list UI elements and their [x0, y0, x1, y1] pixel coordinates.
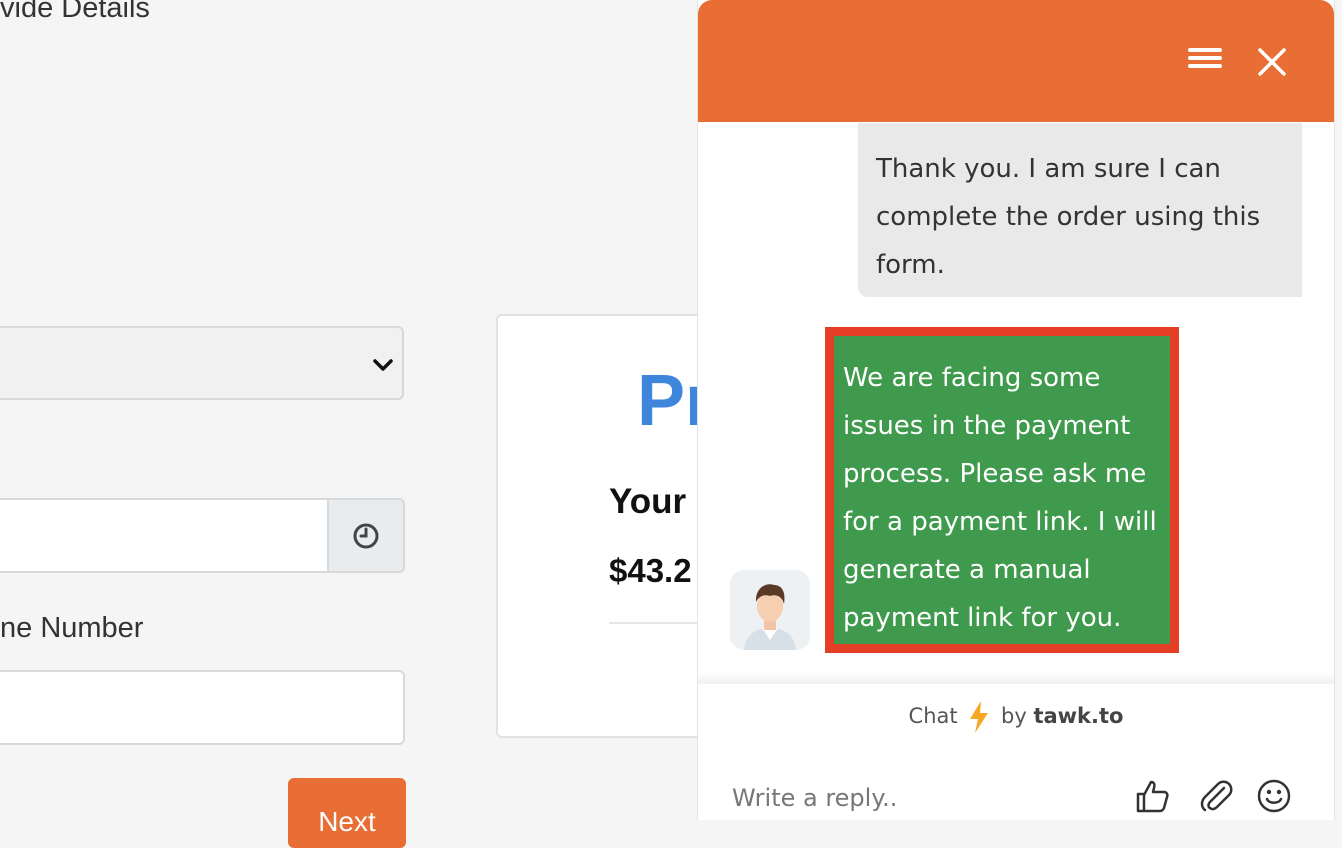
- visitor-message: Thank you. I am sure I can complete the …: [858, 123, 1302, 297]
- phone-number-label: ne Number: [0, 612, 144, 644]
- smiley-icon[interactable]: [1256, 778, 1292, 814]
- summary-price: $43.2: [609, 552, 692, 589]
- next-button[interactable]: Next: [288, 778, 406, 848]
- branding-brand: tawk.to: [1033, 704, 1124, 728]
- paperclip-icon[interactable]: [1198, 778, 1234, 814]
- reply-input[interactable]: [730, 770, 1114, 820]
- footer-divider: [698, 672, 1334, 684]
- thumbs-up-icon[interactable]: [1134, 778, 1170, 814]
- chat-header: [698, 0, 1334, 122]
- chat-widget: Thank you. I am sure I can complete the …: [697, 0, 1335, 820]
- tawk-branding[interactable]: Chat by tawk.to: [698, 700, 1334, 734]
- select-field[interactable]: [0, 326, 404, 400]
- close-icon[interactable]: [1254, 44, 1290, 80]
- section-title: vide Details: [0, 0, 150, 24]
- branding-by: by: [1000, 704, 1027, 728]
- clock-icon: [353, 523, 379, 548]
- agent-message: We are facing some issues in the payment…: [825, 327, 1179, 653]
- chevron-down-icon: [373, 359, 393, 371]
- time-input[interactable]: [0, 498, 328, 573]
- branding-prefix: Chat: [908, 704, 958, 728]
- summary-subheading: Your: [609, 482, 687, 521]
- avatar: [730, 570, 810, 650]
- menu-icon[interactable]: [1186, 44, 1226, 78]
- lightning-icon: [970, 701, 989, 733]
- time-picker-button[interactable]: [327, 498, 405, 573]
- phone-number-input[interactable]: [0, 670, 405, 745]
